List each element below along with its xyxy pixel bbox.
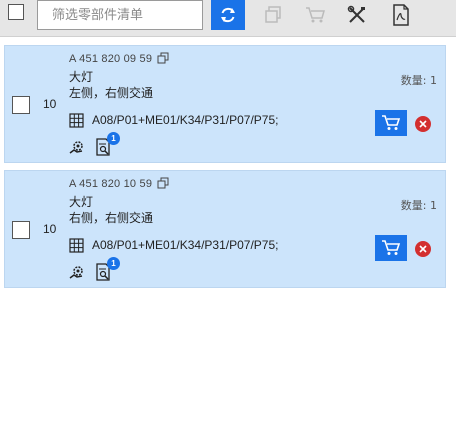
copy-part-number-icon[interactable] bbox=[157, 177, 169, 189]
gear-hand-icon[interactable] bbox=[69, 139, 86, 156]
item-checkbox[interactable] bbox=[12, 221, 30, 239]
part-description: 左侧，右侧交通 bbox=[69, 86, 154, 100]
item-quantity: 10 bbox=[43, 222, 57, 236]
remove-item-button[interactable] bbox=[415, 241, 431, 257]
tools-button[interactable] bbox=[340, 0, 374, 30]
select-all-checkbox[interactable] bbox=[8, 4, 24, 20]
pdf-icon bbox=[393, 4, 409, 26]
pdf-button[interactable] bbox=[384, 0, 418, 30]
cart-button[interactable] bbox=[298, 0, 332, 30]
copy-button[interactable] bbox=[256, 0, 290, 30]
remove-item-button[interactable] bbox=[415, 116, 431, 132]
copy-icon bbox=[265, 6, 281, 23]
cart-icon bbox=[306, 7, 325, 23]
part-name: 大灯 bbox=[69, 70, 94, 84]
add-to-cart-button[interactable] bbox=[375, 235, 407, 261]
close-icon bbox=[419, 245, 427, 253]
part-number-row: A 451 820 09 59 bbox=[69, 52, 169, 65]
quantity-label: 数量: 1 bbox=[400, 199, 437, 212]
refresh-button[interactable] bbox=[211, 0, 245, 30]
gear-hand-icon[interactable] bbox=[69, 264, 86, 281]
table-grid-icon[interactable] bbox=[69, 112, 84, 128]
saa-codes: A08/P01+ME01/K34/P31/P07/P75; bbox=[92, 113, 279, 127]
part-list-item: 10 A 451 820 09 59 大灯 左侧，右侧交通 A08/P01+ME… bbox=[4, 45, 446, 163]
document-count-badge: 1 bbox=[107, 257, 120, 270]
table-grid-icon[interactable] bbox=[69, 237, 84, 253]
item-actions: 1 bbox=[69, 257, 120, 281]
item-quantity: 10 bbox=[43, 97, 57, 111]
filter-input[interactable] bbox=[37, 0, 203, 30]
item-checkbox[interactable] bbox=[12, 96, 30, 114]
refresh-icon bbox=[221, 7, 235, 23]
part-name: 大灯 bbox=[69, 195, 94, 209]
codes-row: A08/P01+ME01/K34/P31/P07/P75; bbox=[69, 237, 278, 253]
close-icon bbox=[419, 120, 427, 128]
saa-codes: A08/P01+ME01/K34/P31/P07/P75; bbox=[92, 238, 279, 252]
copy-part-number-icon[interactable] bbox=[157, 52, 169, 64]
part-list-item: 10 A 451 820 10 59 大灯 右侧，右侧交通 A08/P01+ME… bbox=[4, 170, 446, 288]
codes-row: A08/P01+ME01/K34/P31/P07/P75; bbox=[69, 112, 278, 128]
document-count-badge: 1 bbox=[107, 132, 120, 145]
document-search-button[interactable]: 1 bbox=[96, 132, 120, 156]
quantity-label: 数量: 1 bbox=[400, 74, 437, 87]
cart-icon bbox=[382, 240, 401, 255]
part-number-row: A 451 820 10 59 bbox=[69, 177, 169, 190]
document-search-button[interactable]: 1 bbox=[96, 257, 120, 281]
part-description: 右侧，右侧交通 bbox=[69, 211, 154, 225]
item-actions: 1 bbox=[69, 132, 120, 156]
toolbar bbox=[0, 0, 456, 37]
part-number: A 451 820 10 59 bbox=[69, 178, 153, 190]
add-to-cart-button[interactable] bbox=[375, 110, 407, 136]
part-number: A 451 820 09 59 bbox=[69, 53, 153, 65]
cart-icon bbox=[382, 115, 401, 130]
tools-crossed-icon bbox=[347, 5, 365, 23]
